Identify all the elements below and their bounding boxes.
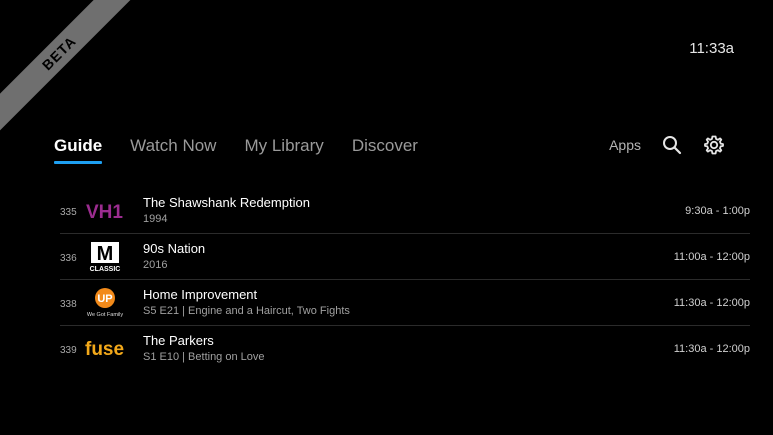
channel-number: 335 [60, 207, 77, 218]
program-subtitle: 2016 [143, 259, 168, 271]
apps-link[interactable]: Apps [609, 137, 641, 153]
tab-watch-now[interactable]: Watch Now [130, 136, 216, 162]
tab-my-library[interactable]: My Library [244, 136, 323, 162]
program-time: 11:30a - 12:00p [673, 342, 750, 355]
fuse-logo-text: fuse [85, 339, 124, 360]
program-title: 90s Nation [143, 241, 206, 256]
guide-row[interactable]: 339 fuse The Parkers S1 E10 | Betting on… [60, 326, 750, 371]
beta-ribbon: BETA [0, 0, 143, 137]
fuse-logo: fuse [84, 332, 128, 366]
main-nav: Guide Watch Now My Library Discover [54, 136, 418, 164]
utility-nav: Apps [609, 134, 725, 156]
program-title: The Parkers [143, 333, 214, 348]
guide-list: 335 VH1 The Shawshank Redemption 1994 9:… [60, 188, 750, 371]
search-icon[interactable] [661, 134, 683, 156]
vh1-logo: VH1 [84, 194, 128, 228]
mtv-logo-mark: M [97, 243, 114, 265]
program-subtitle: S5 E21 | Engine and a Haircut, Two Fight… [143, 305, 350, 317]
program-title: Home Improvement [143, 287, 258, 302]
up-logo-sub: We Got Family [87, 312, 124, 318]
program-time: 9:30a - 1:00p [685, 204, 750, 217]
program-subtitle: S1 E10 | Betting on Love [143, 351, 265, 363]
guide-row[interactable]: 338 UP We Got Family Home Improvement S5… [60, 280, 750, 326]
program-title: The Shawshank Redemption [143, 195, 310, 210]
clock: 11:33a [689, 40, 734, 57]
guide-row[interactable]: 336 M CLASSIC 90s Nation 2016 11:00a - 1… [60, 234, 750, 280]
tab-guide[interactable]: Guide [54, 136, 103, 164]
channel-number: 336 [60, 253, 77, 264]
channel-number: 339 [60, 345, 77, 356]
beta-label: BETA [38, 32, 80, 74]
guide-row[interactable]: 335 VH1 The Shawshank Redemption 1994 9:… [60, 188, 750, 234]
program-subtitle: 1994 [143, 213, 168, 225]
mtv-logo-sub: CLASSIC [90, 266, 121, 273]
up-logo: UP We Got Family [84, 286, 128, 320]
gear-icon[interactable] [703, 134, 725, 156]
channel-number: 338 [60, 299, 77, 310]
program-time: 11:30a - 12:00p [673, 296, 750, 309]
program-time: 11:00a - 12:00p [673, 250, 750, 263]
vh1-logo-text: VH1 [86, 202, 123, 221]
tab-discover[interactable]: Discover [352, 136, 418, 162]
mtv-classic-logo: M CLASSIC [84, 240, 128, 274]
up-logo-mark: UP [97, 293, 112, 305]
